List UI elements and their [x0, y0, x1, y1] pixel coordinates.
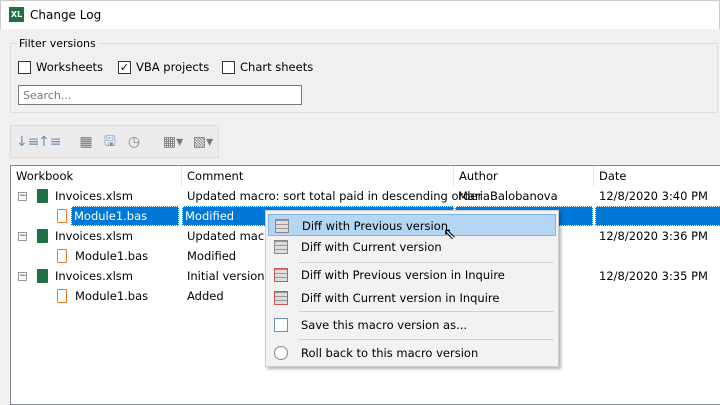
worksheets-label: Worksheets	[36, 60, 104, 74]
date	[595, 206, 720, 226]
checkmark-icon: ✓	[118, 60, 131, 74]
workbook-icon	[37, 189, 48, 203]
menu-item-save-version[interactable]: Save this macro version as...	[268, 314, 556, 336]
collapse-icon[interactable]: −	[18, 192, 27, 201]
menu-item-diff-current-inquire[interactable]: Diff with Current version in Inquire	[268, 287, 556, 309]
menu-separator	[299, 339, 554, 340]
date: 12/8/2020 3:35 PM	[599, 269, 708, 283]
toolbar: ↓≡ ↑≡ ▦ 🖫 ◷ ▦▾ ▧▾	[10, 125, 219, 158]
save-icon	[274, 318, 288, 332]
expand-all-icon[interactable]: ↓≡	[16, 133, 39, 151]
workbook-name: Invoices.xlsm	[55, 229, 133, 243]
table-row[interactable]: − Invoices.xlsm Updated macro: sort tota…	[11, 186, 720, 206]
column-header-comment[interactable]: Comment	[182, 166, 454, 186]
charts-label: Chart sheets	[240, 60, 314, 74]
column-header-author[interactable]: Author	[454, 166, 594, 186]
search-input[interactable]	[18, 85, 302, 105]
comment: Modified	[187, 249, 237, 263]
author: MariaBalobanova	[458, 189, 558, 203]
vba-module-icon	[57, 289, 67, 303]
workbook-name: Invoices.xlsm	[55, 189, 133, 203]
column-header-date[interactable]: Date	[594, 166, 720, 186]
comment: Initial version	[187, 269, 265, 283]
diff-icon	[275, 219, 289, 233]
menu-item-label: Diff with Previous version	[302, 219, 449, 233]
menu-item-label: Diff with Current version in Inquire	[301, 291, 500, 305]
menu-item-diff-current[interactable]: Diff with Current version	[268, 236, 556, 258]
collapse-icon[interactable]: −	[18, 232, 27, 241]
title-bar: XL Change Log	[0, 0, 720, 29]
save-icon[interactable]: 🖫	[101, 133, 119, 151]
rollback-icon[interactable]: ◷	[125, 133, 143, 151]
module-name: Module1.bas	[75, 289, 149, 303]
collapse-all-icon[interactable]: ↑≡	[38, 133, 61, 151]
comment: Updated macro: sort total paid in descen…	[187, 189, 483, 203]
date: 12/8/2020 3:40 PM	[599, 189, 708, 203]
menu-item-label: Diff with Current version	[301, 240, 442, 254]
workbook-icon	[37, 229, 48, 243]
date: 12/8/2020 3:36 PM	[599, 229, 708, 243]
menu-separator	[299, 262, 554, 263]
app-logo-icon: XL	[9, 7, 24, 22]
context-menu: Diff with Previous version Diff with Cur…	[265, 210, 559, 367]
rollback-icon	[274, 346, 288, 360]
vba-module-icon	[57, 209, 67, 223]
filter-group-label: Filter versions	[17, 37, 98, 50]
mouse-cursor-icon: ⇖	[443, 224, 457, 243]
window-title: Change Log	[30, 8, 102, 22]
compare-dropdown-icon[interactable]: ▦▾	[161, 133, 185, 151]
chart-sheets-checkbox[interactable]: Chart sheets	[222, 60, 313, 74]
menu-item-diff-previous-inquire[interactable]: Diff with Previous version in Inquire	[268, 264, 556, 286]
collapse-icon[interactable]: −	[18, 272, 27, 281]
workbook-name: Invoices.xlsm	[55, 269, 133, 283]
column-header-workbook[interactable]: Workbook	[11, 166, 182, 186]
inquire-dropdown-icon[interactable]: ▧▾	[191, 133, 215, 151]
diff-icon	[274, 240, 288, 254]
module-name: Module1.bas	[75, 249, 149, 263]
menu-item-diff-previous[interactable]: Diff with Previous version	[268, 214, 556, 236]
menu-item-label: Save this macro version as...	[301, 318, 468, 332]
vba-label: VBA projects	[136, 60, 210, 74]
vba-projects-checkbox[interactable]: ✓ VBA projects	[118, 60, 209, 74]
inquire-diff-icon	[274, 291, 288, 305]
checkbox-icon	[222, 60, 235, 74]
comment: Updated macro	[187, 229, 276, 243]
comment: Added	[187, 289, 224, 303]
menu-item-label: Roll back to this macro version	[301, 346, 479, 360]
preview-icon[interactable]: ▦	[77, 133, 95, 151]
menu-item-label: Diff with Previous version in Inquire	[301, 268, 505, 282]
menu-separator	[299, 311, 554, 312]
worksheets-checkbox[interactable]: Worksheets	[18, 60, 103, 74]
menu-item-rollback[interactable]: Roll back to this macro version	[268, 342, 556, 364]
workbook-icon	[37, 269, 48, 283]
inquire-diff-icon	[274, 268, 288, 282]
vba-module-icon	[57, 249, 67, 263]
checkbox-icon	[18, 60, 31, 74]
module-name: Module1.bas	[71, 206, 179, 226]
